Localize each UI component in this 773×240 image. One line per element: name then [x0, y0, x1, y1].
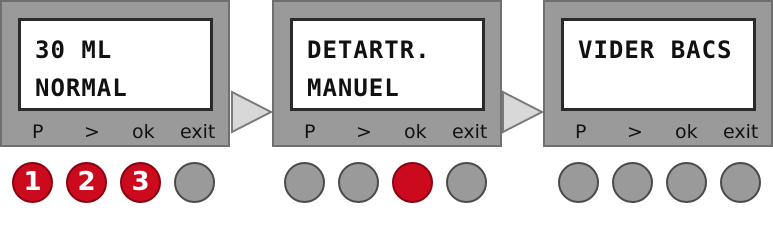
exit-button[interactable] [720, 162, 761, 203]
lcd-line-1: 30 ML [35, 36, 113, 64]
lcd-line-1: VIDER BACS [578, 36, 733, 64]
exit-button[interactable] [446, 162, 487, 203]
softkey-labels-3: P > ok exit [545, 120, 771, 144]
step-number: 3 [131, 167, 150, 197]
next-button[interactable] [338, 162, 379, 203]
ok-button[interactable]: 3 [120, 162, 161, 203]
button-row-2 [284, 162, 499, 204]
lcd-screen-1: 30 ML NORMAL [18, 18, 213, 111]
softkey-ok-label: ok [675, 121, 698, 143]
display-panel-2: DETARTR. MANUEL P > ok exit [272, 0, 502, 147]
softkey-ok-label: ok [132, 121, 155, 143]
p-button[interactable]: 1 [12, 162, 53, 203]
step-number [176, 164, 213, 201]
lcd-line-1: DETARTR. [307, 36, 431, 64]
p-button[interactable] [558, 162, 599, 203]
next-button[interactable]: 2 [66, 162, 107, 203]
next-button[interactable] [612, 162, 653, 203]
p-button[interactable] [284, 162, 325, 203]
softkey-exit-label: exit [723, 121, 759, 143]
lcd-screen-2: DETARTR. MANUEL [290, 18, 485, 111]
softkey-labels-1: P > ok exit [2, 120, 228, 144]
softkey-p-label: P [32, 121, 44, 143]
step-number: 1 [23, 167, 42, 197]
display-panel-1: 30 ML NORMAL P > ok exit [0, 0, 230, 147]
ok-button[interactable] [666, 162, 707, 203]
softkey-next-label: > [84, 121, 100, 143]
softkey-labels-2: P > ok exit [274, 120, 500, 144]
lcd-screen-3: VIDER BACS [561, 18, 756, 111]
lcd-line-2: NORMAL [35, 74, 128, 102]
softkey-p-label: P [575, 121, 587, 143]
lcd-line-2: MANUEL [307, 74, 400, 102]
arrow-right-icon [231, 90, 273, 134]
softkey-exit-label: exit [452, 121, 488, 143]
step-number: 2 [77, 167, 96, 197]
button-row-1: 1 2 3 [12, 162, 227, 204]
softkey-ok-label: ok [404, 121, 427, 143]
button-row-3 [558, 162, 773, 204]
ok-button[interactable] [392, 162, 433, 203]
exit-button[interactable] [174, 162, 215, 203]
display-panel-3: VIDER BACS P > ok exit [543, 0, 773, 147]
softkey-p-label: P [304, 121, 316, 143]
softkey-next-label: > [627, 121, 643, 143]
arrow-right-icon [502, 90, 544, 134]
softkey-exit-label: exit [180, 121, 216, 143]
softkey-next-label: > [356, 121, 372, 143]
